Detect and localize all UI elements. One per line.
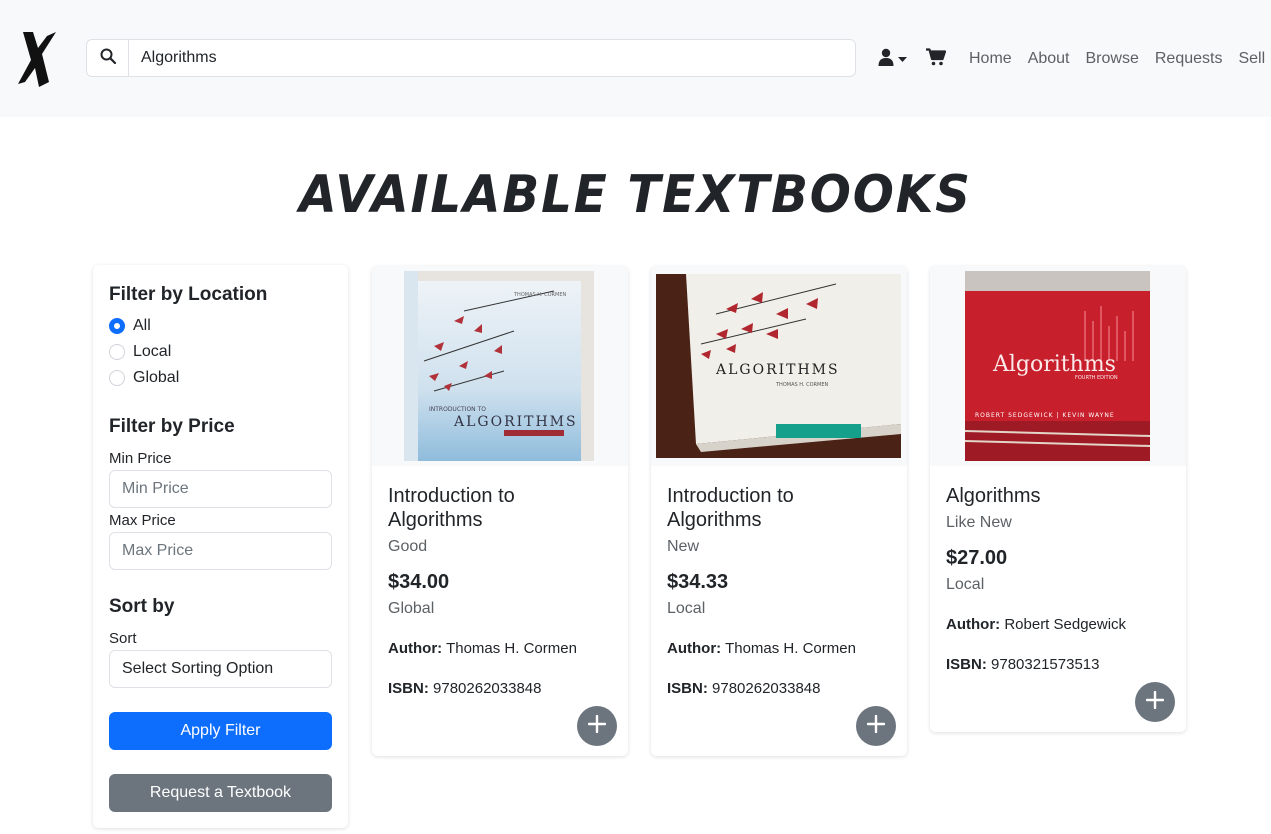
user-icon <box>877 48 895 71</box>
radio-location-local[interactable]: Local <box>109 342 171 362</box>
svg-text:THOMAS H. CORMEN: THOMAS H. CORMEN <box>513 292 566 298</box>
book-image-area: Algorithms FOURTH EDITION ROBERT SEDGEWI… <box>930 266 1186 466</box>
book-condition: Good <box>388 538 428 555</box>
radio-location-all[interactable]: All <box>109 316 151 336</box>
nav-links: Home About Browse Requests Sell <box>961 48 1271 70</box>
cart-icon <box>926 47 947 71</box>
book-condition: New <box>667 538 700 555</box>
book-isbn: ISBN: 9780262033848 <box>388 680 541 697</box>
book-card[interactable]: Algorithms FOURTH EDITION ROBERT SEDGEWI… <box>930 266 1186 732</box>
book-author: Author: Robert Sedgewick <box>946 616 1126 633</box>
logo-x-icon[interactable] <box>17 30 57 88</box>
nav-link-about[interactable]: About <box>1020 50 1078 68</box>
book-cover-image: THOMAS H. CORMEN INTRODUCTION TO ALGORIT… <box>404 271 594 461</box>
svg-text:FOURTH EDITION: FOURTH EDITION <box>1075 375 1118 381</box>
author-label: Author: <box>388 640 443 657</box>
isbn-value: 9780262033848 <box>433 680 542 697</box>
book-price: $34.00 <box>388 571 450 593</box>
sort-label: Sort <box>109 630 137 647</box>
nav-link-sell[interactable]: Sell <box>1230 50 1271 68</box>
caret-down-icon <box>898 50 907 68</box>
isbn-label: ISBN: <box>946 656 987 673</box>
book-card[interactable]: THOMAS H. CORMEN INTRODUCTION TO ALGORIT… <box>372 266 628 756</box>
plus-icon <box>866 714 886 738</box>
search-button[interactable] <box>87 40 129 76</box>
cart-button[interactable] <box>926 47 948 71</box>
book-card[interactable]: ALGORITHMS THOMAS H. CORMEN Introduction… <box>651 266 907 756</box>
isbn-value: 9780321573513 <box>991 656 1100 673</box>
nav-link-requests[interactable]: Requests <box>1147 50 1231 68</box>
sort-heading: Sort by <box>109 596 175 617</box>
max-price-input[interactable] <box>109 532 332 570</box>
nav-link-browse[interactable]: Browse <box>1078 50 1147 68</box>
book-title[interactable]: Algorithms <box>946 484 1170 508</box>
author-label: Author: <box>946 616 1001 633</box>
radio-button[interactable] <box>109 370 125 386</box>
nav-link-home[interactable]: Home <box>961 50 1020 68</box>
book-location: Local <box>667 600 706 617</box>
user-menu-button[interactable] <box>877 48 913 70</box>
isbn-label: ISBN: <box>388 680 429 697</box>
book-price: $27.00 <box>946 547 1008 569</box>
min-price-label: Min Price <box>109 450 172 467</box>
location-filter-heading: Filter by Location <box>109 284 268 305</box>
min-price-input[interactable] <box>109 470 332 508</box>
author-value: Thomas H. Cormen <box>725 640 856 657</box>
radio-label: Local <box>133 343 172 360</box>
book-image-area: THOMAS H. CORMEN INTRODUCTION TO ALGORIT… <box>372 266 628 466</box>
search-bar <box>86 39 856 77</box>
book-condition: Like New <box>946 514 1012 531</box>
svg-text:ROBERT SEDGEWICK | KEVIN WAYNE: ROBERT SEDGEWICK | KEVIN WAYNE <box>975 412 1115 419</box>
book-price: $34.33 <box>667 571 729 593</box>
book-author: Author: Thomas H. Cormen <box>388 640 577 657</box>
isbn-value: 9780262033848 <box>712 680 821 697</box>
request-textbook-button[interactable]: Request a Textbook <box>109 774 332 812</box>
radio-button[interactable] <box>109 344 125 360</box>
plus-icon <box>587 714 607 738</box>
plus-icon <box>1145 690 1165 714</box>
book-title[interactable]: Introduction to Algorithms <box>388 484 612 532</box>
book-title[interactable]: Introduction to Algorithms <box>667 484 891 532</box>
add-to-cart-button[interactable] <box>1135 682 1175 722</box>
author-value: Robert Sedgewick <box>1004 616 1127 633</box>
radio-label: Global <box>133 369 180 386</box>
filter-sidebar: Filter by Location All Local Global Filt… <box>93 265 348 828</box>
radio-button[interactable] <box>109 318 125 334</box>
book-image-area: ALGORITHMS THOMAS H. CORMEN <box>651 266 907 466</box>
apply-filter-button[interactable]: Apply Filter <box>109 712 332 750</box>
svg-text:ALGORITHMS: ALGORITHMS <box>715 362 840 378</box>
svg-text:THOMAS H. CORMEN: THOMAS H. CORMEN <box>775 382 828 388</box>
page-title: AVAILABLE TEXTBOOKS <box>299 165 972 225</box>
author-label: Author: <box>667 640 722 657</box>
book-cover-image: ALGORITHMS THOMAS H. CORMEN <box>656 274 901 458</box>
search-icon <box>100 48 116 69</box>
search-input[interactable] <box>129 40 855 76</box>
radio-location-global[interactable]: Global <box>109 368 179 388</box>
book-isbn: ISBN: 9780321573513 <box>946 656 1099 673</box>
book-author: Author: Thomas H. Cormen <box>667 640 856 657</box>
radio-label: All <box>133 317 151 334</box>
price-filter-heading: Filter by Price <box>109 416 235 437</box>
book-location: Local <box>946 576 985 593</box>
sort-select[interactable]: Select Sorting Option <box>109 650 332 688</box>
navbar: Home About Browse Requests Sell <box>0 0 1271 117</box>
book-isbn: ISBN: 9780262033848 <box>667 680 820 697</box>
book-cover-image: Algorithms FOURTH EDITION ROBERT SEDGEWI… <box>965 271 1150 461</box>
svg-text:Algorithms: Algorithms <box>992 352 1116 377</box>
svg-text:ALGORITHMS: ALGORITHMS <box>453 414 578 430</box>
author-value: Thomas H. Cormen <box>446 640 577 657</box>
isbn-label: ISBN: <box>667 680 708 697</box>
max-price-label: Max Price <box>109 512 176 529</box>
add-to-cart-button[interactable] <box>577 706 617 746</box>
svg-text:INTRODUCTION TO: INTRODUCTION TO <box>429 406 486 413</box>
book-location: Global <box>388 600 435 617</box>
add-to-cart-button[interactable] <box>856 706 896 746</box>
